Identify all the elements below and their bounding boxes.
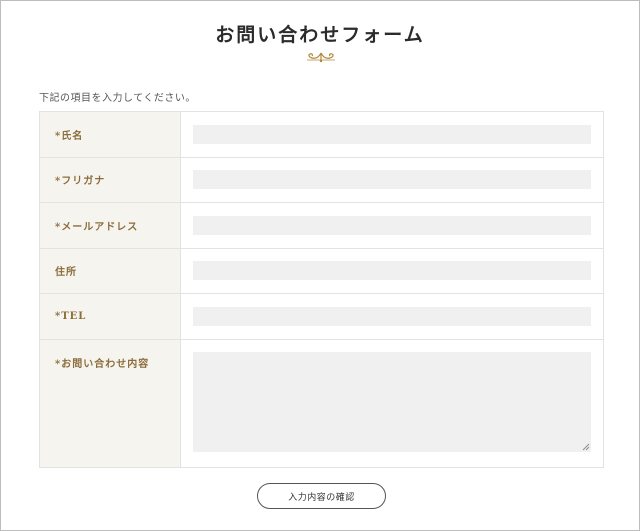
field-label-email: *メールアドレス: [40, 203, 181, 248]
address-input[interactable]: [193, 261, 591, 281]
email-input[interactable]: [193, 215, 591, 235]
field-cell-name: [181, 112, 603, 157]
furigana-input[interactable]: [193, 170, 591, 190]
field-cell-email: [181, 203, 603, 248]
contact-form: *氏名 *フリガナ *メールアドレス 住所 *TEL *お問い合わせ内容: [39, 111, 604, 468]
field-label-tel: *TEL: [40, 294, 181, 339]
form-row-address: 住所: [40, 248, 603, 294]
form-row-tel: *TEL: [40, 294, 603, 340]
field-cell-inquiry: [181, 340, 603, 467]
form-row-inquiry: *お問い合わせ内容: [40, 339, 603, 467]
field-label-name: *氏名: [40, 112, 181, 157]
name-input[interactable]: [193, 124, 591, 144]
resize-grip-icon[interactable]: [582, 443, 590, 451]
field-cell-tel: [181, 294, 603, 339]
flourish-ornament-icon: [307, 52, 335, 63]
tel-input[interactable]: [193, 306, 591, 326]
field-label-address: 住所: [40, 248, 181, 293]
form-row-email: *メールアドレス: [40, 203, 603, 249]
field-label-furigana: *フリガナ: [40, 157, 181, 202]
form-row-name: *氏名: [40, 112, 603, 158]
page-frame: お問い合わせフォーム 下記の項目を入力してください。 *氏名 *フリガナ *メー…: [0, 0, 640, 531]
field-label-inquiry: *お問い合わせ内容: [40, 339, 181, 467]
form-row-furigana: *フリガナ: [40, 157, 603, 203]
page-title: お問い合わせフォーム: [215, 24, 425, 46]
form-intro-text: 下記の項目を入力してください。: [39, 93, 196, 104]
inquiry-textarea[interactable]: [193, 351, 591, 452]
field-cell-furigana: [181, 158, 603, 203]
confirm-input-button[interactable]: 入力内容の確認: [257, 483, 386, 509]
field-cell-address: [181, 249, 603, 294]
